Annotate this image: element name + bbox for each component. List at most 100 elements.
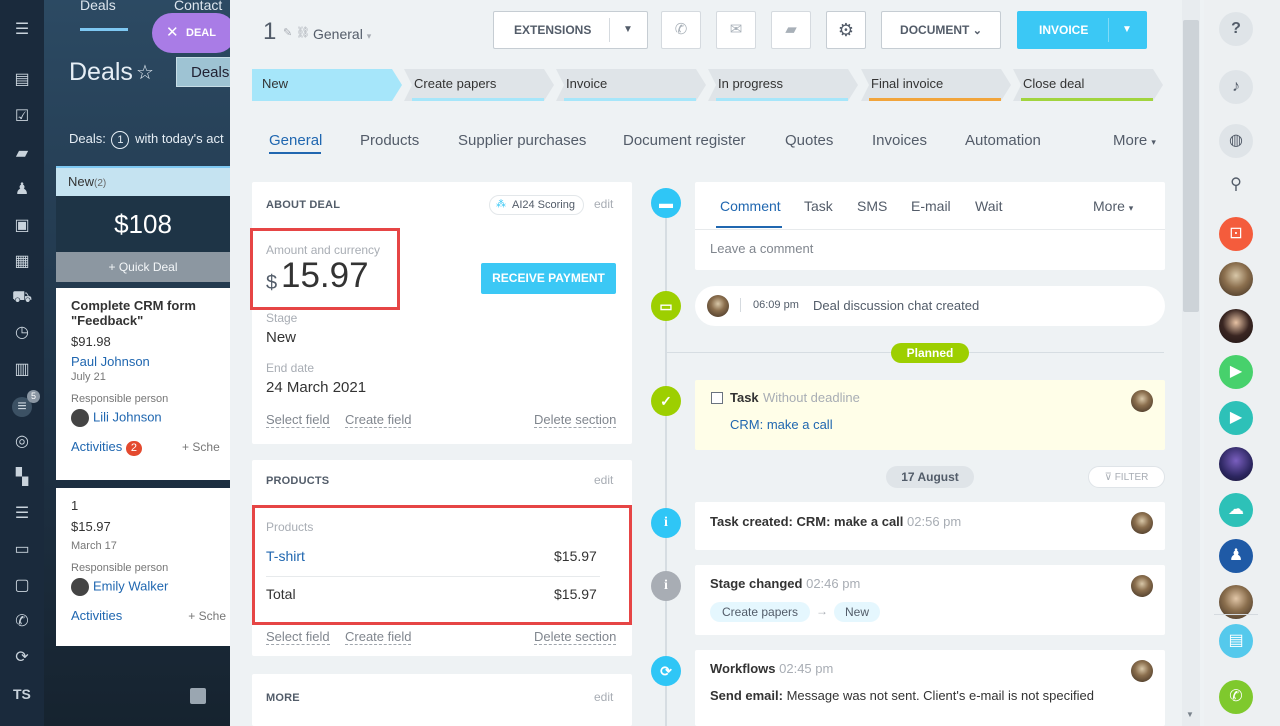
- editor-tab-more[interactable]: More ▾: [1093, 198, 1133, 214]
- invoice-button[interactable]: INVOICE ▼: [1017, 11, 1147, 49]
- tab-invoices[interactable]: Invoices: [872, 132, 927, 149]
- feed-icon[interactable]: ▤: [12, 70, 32, 90]
- bg-card-resp-name[interactable]: Emily Walker: [93, 578, 168, 593]
- tab-products[interactable]: Products: [360, 132, 419, 149]
- create-field-link[interactable]: Create field: [345, 412, 412, 428]
- scrollbar-thumb[interactable]: [1183, 20, 1199, 312]
- gear-icon[interactable]: ⚙: [826, 11, 866, 49]
- chat-icon[interactable]: ▰: [12, 144, 32, 164]
- clock-icon[interactable]: ◷: [12, 323, 32, 343]
- video-icon[interactable]: ▶: [1219, 401, 1253, 435]
- chevron-down-icon[interactable]: ▼: [1122, 11, 1132, 49]
- scroll-down-icon[interactable]: ▼: [1186, 710, 1194, 719]
- select-field-link[interactable]: Select field: [266, 629, 330, 645]
- document-icon[interactable]: ▥: [12, 360, 32, 380]
- cloud-icon[interactable]: ☁: [1219, 493, 1253, 527]
- editor-tab-email[interactable]: E-mail: [911, 198, 951, 214]
- calendar-icon[interactable]: ▦: [12, 252, 32, 272]
- create-field-link[interactable]: Create field: [345, 629, 412, 645]
- bg-quick-deal[interactable]: + Quick Deal: [56, 252, 230, 282]
- select-field-link[interactable]: Select field: [266, 412, 330, 428]
- editor-tab-sms[interactable]: SMS: [857, 198, 887, 214]
- editor-tab-comment[interactable]: Comment: [720, 198, 781, 214]
- bg-card-contact[interactable]: Paul Johnson: [71, 354, 215, 369]
- menu-icon[interactable]: ☰: [12, 20, 32, 40]
- stage-invoice[interactable]: Invoice: [556, 69, 706, 101]
- apps-icon[interactable]: ▚: [12, 468, 32, 488]
- link-icon[interactable]: ⛓: [296, 26, 310, 39]
- tab-supplier-purchases[interactable]: Supplier purchases: [458, 132, 586, 149]
- document-button[interactable]: DOCUMENT ⌄: [881, 11, 1001, 49]
- cart-icon[interactable]: ⛟: [12, 288, 32, 308]
- stage-new[interactable]: New: [252, 69, 402, 101]
- mail-icon[interactable]: ✉: [716, 11, 756, 49]
- avatar[interactable]: [1219, 262, 1253, 296]
- ai-scoring-button[interactable]: ⁂ AI24 Scoring: [489, 195, 584, 215]
- stage-create-papers[interactable]: Create papers: [404, 69, 554, 101]
- avatar[interactable]: [1219, 309, 1253, 343]
- bg-deals-button[interactable]: Deals: [176, 57, 236, 87]
- bell-icon[interactable]: ♪: [1219, 70, 1253, 104]
- user-initials[interactable]: TS: [13, 686, 31, 702]
- window-icon[interactable]: ▢: [12, 576, 32, 596]
- pencil-icon[interactable]: ✎: [283, 26, 292, 39]
- bg-deal-card[interactable]: 1 $15.97 March 17 Responsible person Emi…: [56, 488, 230, 646]
- receive-payment-button[interactable]: RECEIVE PAYMENT: [481, 263, 616, 294]
- products-edit-link[interactable]: edit: [594, 473, 613, 487]
- files-icon[interactable]: ▤: [1219, 624, 1253, 658]
- star-icon[interactable]: ☆: [136, 60, 154, 85]
- bg-card-title[interactable]: 1: [71, 498, 215, 513]
- bg-card-schedule[interactable]: + Sche: [188, 609, 226, 623]
- bg-tab-deals[interactable]: Deals: [80, 0, 116, 13]
- task-deadline[interactable]: Without deadline: [763, 390, 860, 405]
- groups-icon[interactable]: ♟: [12, 180, 32, 200]
- search-icon[interactable]: ⚲: [1219, 168, 1253, 202]
- bg-card-activities[interactable]: Activities: [71, 439, 122, 454]
- bg-card-schedule[interactable]: + Sche: [182, 440, 220, 454]
- printer-icon[interactable]: [190, 688, 206, 704]
- stage-final-invoice[interactable]: Final invoice: [861, 69, 1011, 101]
- help-icon[interactable]: ?: [1219, 12, 1253, 46]
- target-icon[interactable]: ◎: [12, 432, 32, 452]
- tasks-icon[interactable]: ☑: [12, 107, 32, 127]
- editor-tab-wait[interactable]: Wait: [975, 198, 1002, 214]
- group-chat-icon[interactable]: ♟: [1219, 539, 1253, 573]
- stage-close-deal[interactable]: Close deal: [1013, 69, 1163, 101]
- store-icon[interactable]: ▭: [12, 540, 32, 560]
- more-edit-link[interactable]: edit: [594, 690, 613, 704]
- bg-tab-contacts[interactable]: Contact: [174, 0, 222, 13]
- about-edit-link[interactable]: edit: [594, 197, 613, 211]
- chevron-down-icon[interactable]: ▼: [623, 12, 633, 48]
- comment-input[interactable]: Leave a comment: [710, 241, 813, 256]
- tab-general[interactable]: General: [269, 132, 322, 149]
- avatar[interactable]: [1219, 447, 1253, 481]
- chat-icon[interactable]: ▰: [771, 11, 811, 49]
- video-icon[interactable]: ▶: [1219, 355, 1253, 389]
- task-checkbox[interactable]: [711, 392, 723, 404]
- extensions-button[interactable]: EXTENSIONS ▼: [493, 11, 648, 49]
- phone-icon[interactable]: ✆: [12, 612, 32, 632]
- bg-deal-card[interactable]: Complete CRM form "Feedback" $91.98 Paul…: [56, 288, 230, 480]
- filter-button[interactable]: ⊽ FILTER: [1088, 466, 1165, 488]
- category-selector[interactable]: General ▾: [313, 26, 371, 42]
- bg-card-activities[interactable]: Activities: [71, 608, 122, 623]
- delete-section-link[interactable]: Delete section: [534, 629, 617, 645]
- close-deal-slider-button[interactable]: ✕ DEAL: [152, 13, 236, 53]
- lock-icon[interactable]: ⊡: [1219, 217, 1253, 251]
- phone-icon[interactable]: ✆: [661, 11, 701, 49]
- bg-card-resp-name[interactable]: Lili Johnson: [93, 409, 162, 424]
- tab-quotes[interactable]: Quotes: [785, 132, 833, 149]
- contacts-icon[interactable]: ▣: [12, 216, 32, 236]
- bg-card-title[interactable]: Complete CRM form "Feedback": [71, 298, 215, 330]
- bg-count-number[interactable]: 1: [111, 131, 130, 149]
- task-link[interactable]: CRM: make a call: [730, 417, 833, 432]
- message-icon[interactable]: ◍: [1219, 124, 1253, 158]
- tab-document-register[interactable]: Document register: [623, 132, 746, 149]
- sync-icon[interactable]: ⟳: [12, 648, 32, 668]
- stage-in-progress[interactable]: In progress: [708, 69, 858, 101]
- delete-section-link[interactable]: Delete section: [534, 412, 617, 428]
- tab-more[interactable]: More ▾: [1113, 132, 1156, 149]
- editor-tab-task[interactable]: Task: [804, 198, 833, 214]
- phone-call-icon[interactable]: ✆: [1219, 680, 1253, 714]
- tab-automation[interactable]: Automation: [965, 132, 1041, 149]
